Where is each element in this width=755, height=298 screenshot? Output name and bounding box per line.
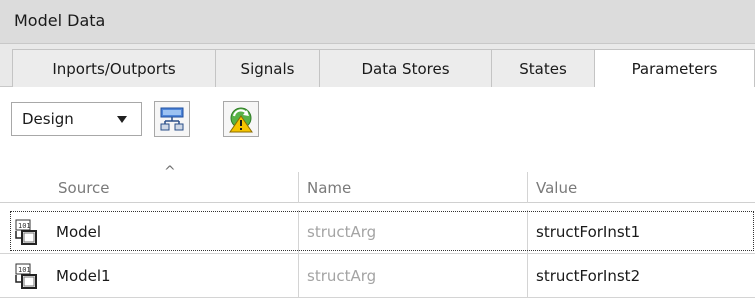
column-divider [527, 210, 528, 253]
column-divider[interactable] [527, 172, 528, 203]
tab-inports-outports[interactable]: Inports/Outports [12, 49, 215, 87]
view-dropdown-value: Design [22, 110, 74, 128]
hierarchy-button[interactable] [154, 101, 190, 137]
column-divider [527, 254, 528, 297]
cell-value[interactable]: structForInst2 [536, 254, 755, 297]
refresh-button[interactable] [223, 101, 259, 137]
column-header-source[interactable]: Source [58, 172, 300, 203]
chevron-down-icon [117, 116, 127, 123]
table-row[interactable]: 101 Model structArg structForInst1 [0, 210, 755, 254]
svg-text:101: 101 [18, 222, 31, 230]
cell-value[interactable]: structForInst1 [536, 210, 755, 253]
column-divider [298, 254, 299, 297]
tab-data-stores[interactable]: Data Stores [319, 49, 491, 87]
column-divider[interactable] [298, 172, 299, 203]
hierarchy-icon [160, 107, 184, 131]
column-header-name[interactable]: Name [307, 172, 527, 203]
refresh-warning-icon [229, 107, 253, 133]
column-header-value[interactable]: Value [536, 172, 755, 203]
cell-name: structArg [307, 266, 377, 285]
view-dropdown[interactable]: Design [11, 102, 142, 136]
model-block-icon: 101 [15, 219, 37, 245]
column-divider [298, 210, 299, 253]
cell-source: Model1 [56, 266, 111, 285]
tab-bar: Inports/Outports Signals Data Stores Sta… [0, 44, 755, 88]
tab-signals[interactable]: Signals [215, 49, 319, 87]
cell-source: Model [56, 222, 102, 241]
table-header: Source Name Value [0, 172, 755, 203]
panel-titlebar: Model Data [0, 0, 755, 44]
table-row[interactable]: 101 Model1 structArg structForInst2 [0, 254, 755, 298]
tab-states[interactable]: States [491, 49, 594, 87]
cell-name: structArg [307, 222, 377, 241]
svg-text:101: 101 [18, 266, 31, 274]
toolbar: Design [0, 87, 755, 155]
model-block-icon: 101 [15, 263, 37, 289]
panel-title: Model Data [14, 11, 106, 30]
tab-parameters[interactable]: Parameters [594, 49, 755, 88]
